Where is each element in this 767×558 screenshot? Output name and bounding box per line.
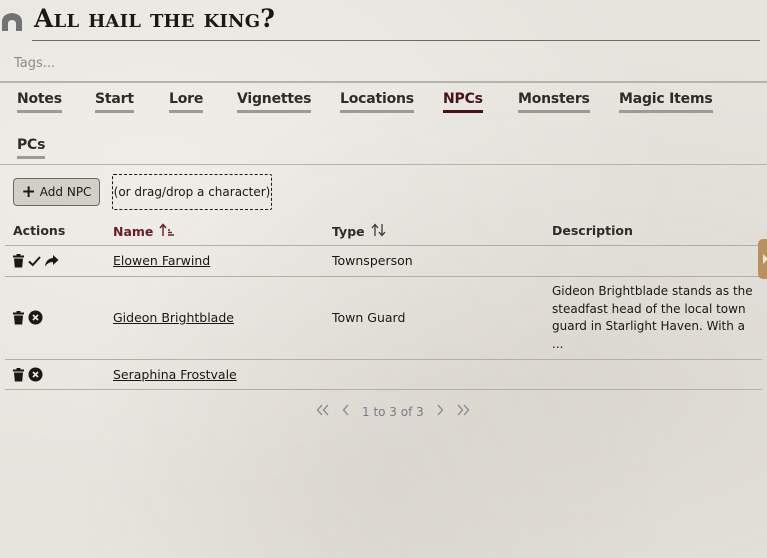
row-divider (5, 389, 762, 390)
column-header-actions-label: Actions (13, 223, 66, 238)
tab-monsters[interactable]: Monsters (518, 91, 590, 113)
column-header-description: Description (552, 223, 633, 238)
npc-name-link[interactable]: Seraphina Frostvale (113, 367, 237, 382)
header-divider (0, 81, 767, 83)
page-title: All hail the king? (34, 4, 276, 33)
column-header-type[interactable]: Type (332, 223, 387, 240)
tags-input[interactable] (8, 48, 760, 78)
column-header-name-label: Name (113, 224, 154, 239)
trash-icon[interactable] (12, 253, 25, 272)
row-actions (12, 310, 43, 329)
tab-lore[interactable]: Lore (169, 91, 203, 113)
share-icon[interactable] (44, 253, 59, 272)
tab-notes[interactable]: Notes (17, 91, 62, 113)
tab-pcs[interactable]: PCs (17, 137, 45, 159)
first-page-icon[interactable] (316, 404, 330, 419)
check-icon[interactable] (28, 253, 41, 272)
title-divider (32, 40, 760, 41)
npc-description: Gideon Brightblade stands as the steadfa… (552, 284, 753, 351)
tabs-divider (0, 164, 767, 165)
npc-type: Town Guard (332, 310, 406, 325)
column-header-actions: Actions (13, 223, 65, 238)
trash-icon[interactable] (12, 367, 25, 386)
tab-magic-items[interactable]: Magic Items (619, 91, 713, 113)
add-npc-button[interactable]: + Add NPC (13, 178, 100, 206)
tab-npcs[interactable]: NPCs (443, 91, 483, 113)
last-page-icon[interactable] (456, 404, 470, 419)
page-header: All hail the king? (0, 0, 767, 83)
npc-name-link[interactable]: Elowen Farwind (113, 253, 210, 268)
sort-ascending-icon[interactable] (159, 223, 175, 240)
row-actions (12, 253, 59, 272)
pagination: 1 to 3 of 3 (316, 404, 470, 419)
character-drop-zone[interactable]: (or drag/drop a character) (112, 174, 272, 210)
home-icon[interactable] (1, 12, 23, 32)
trash-icon[interactable] (12, 310, 25, 329)
drop-zone-label: (or drag/drop a character) (113, 185, 271, 199)
row-divider (5, 359, 762, 360)
next-page-icon[interactable] (436, 404, 444, 419)
header-row-divider (5, 245, 762, 246)
previous-page-icon[interactable] (342, 404, 350, 419)
column-header-type-label: Type (332, 224, 365, 239)
plus-icon: + (21, 181, 36, 202)
column-header-name[interactable]: Name (113, 223, 175, 240)
npc-name-link[interactable]: Gideon Brightblade (113, 310, 234, 325)
tab-locations[interactable]: Locations (340, 91, 414, 113)
npc-type: Townsperson (332, 253, 413, 268)
sidebar-toggle-handle[interactable] (758, 239, 767, 279)
remove-icon[interactable] (28, 310, 43, 329)
row-divider (5, 276, 762, 277)
sort-both-icon[interactable] (371, 223, 387, 240)
tab-vignettes[interactable]: Vignettes (237, 91, 311, 113)
pagination-status: 1 to 3 of 3 (362, 404, 424, 419)
column-header-description-label: Description (552, 223, 633, 238)
remove-icon[interactable] (28, 367, 43, 386)
row-actions (12, 367, 43, 386)
tab-start[interactable]: Start (95, 91, 134, 113)
add-npc-label: Add NPC (39, 185, 92, 199)
